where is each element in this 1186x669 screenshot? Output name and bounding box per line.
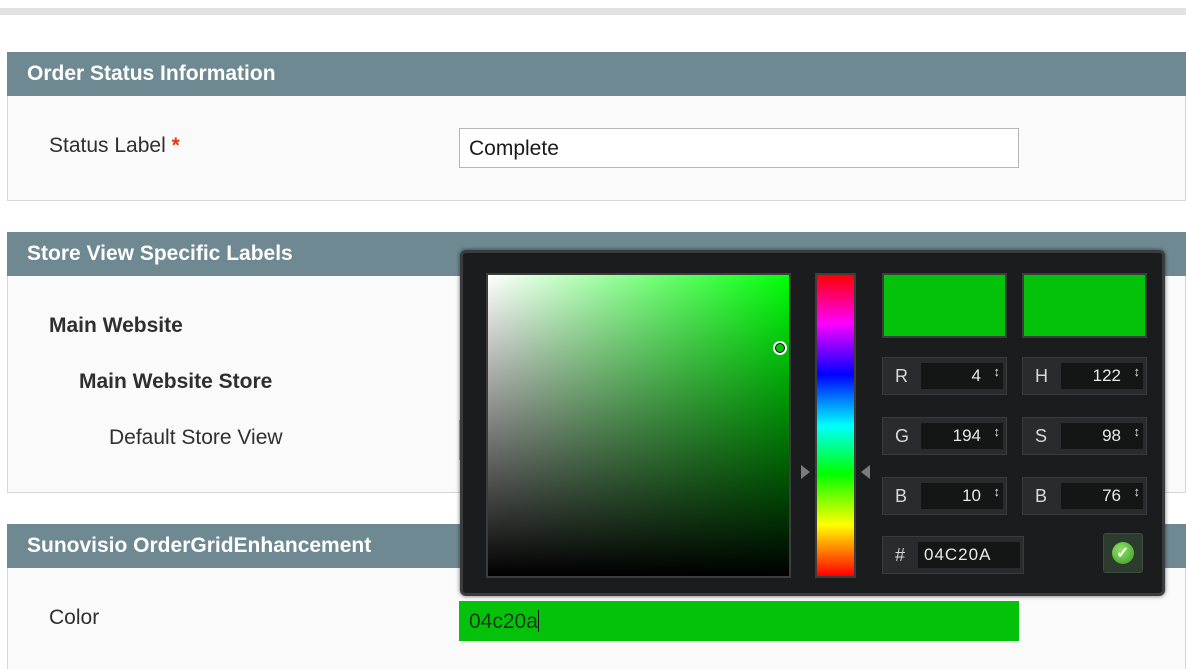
green-field-label: G (895, 426, 910, 446)
required-marker: * (171, 134, 180, 157)
blue-field-value[interactable]: 10 (921, 483, 1003, 509)
hex-field-label: # (895, 545, 906, 565)
website-label: Main Website (49, 314, 183, 337)
red-field-label: R (895, 366, 908, 386)
spinner-icon[interactable]: ↕ (994, 425, 1001, 438)
saturation-marker[interactable] (773, 341, 787, 355)
hex-field[interactable]: # 04C20A (882, 536, 1024, 574)
hue-pointer-left-icon[interactable] (801, 465, 810, 479)
saturation-field[interactable]: S 98 ↕ (1022, 417, 1147, 455)
status-label-input[interactable]: Complete (459, 128, 1019, 168)
status-label-text: Status Label (49, 134, 166, 157)
current-color-swatch[interactable] (1022, 273, 1147, 338)
saturation-field-value[interactable]: 98 (1061, 423, 1143, 449)
store-label: Main Website Store (79, 370, 273, 393)
saturation-field-label: S (1035, 426, 1048, 446)
blue-field-label: B (895, 486, 908, 506)
hue-pointer-right-icon[interactable] (861, 465, 870, 479)
red-field[interactable]: R 4 ↕ (882, 357, 1007, 395)
spinner-icon[interactable]: ↕ (1134, 425, 1141, 438)
green-field-value[interactable]: 194 (921, 423, 1003, 449)
brightness-field[interactable]: B 76 ↕ (1022, 477, 1147, 515)
new-color-swatch (882, 273, 1007, 338)
status-label: Status Label * (49, 134, 180, 158)
status-label-value: Complete (469, 137, 559, 160)
color-picker: R 4 ↕ G 194 ↕ B 10 ↕ H 122 ↕ S 98 ↕ B 76… (460, 250, 1165, 596)
section-title: Order Status Information (27, 62, 276, 85)
hue-field[interactable]: H 122 ↕ (1022, 357, 1147, 395)
hue-field-value[interactable]: 122 (1061, 363, 1143, 389)
spinner-icon[interactable]: ↕ (994, 485, 1001, 498)
brightness-field-value[interactable]: 76 (1061, 483, 1143, 509)
hue-field-label: H (1035, 366, 1048, 386)
text-cursor (537, 610, 539, 632)
red-field-value[interactable]: 4 (921, 363, 1003, 389)
color-input[interactable]: 04c20a (459, 601, 1019, 641)
hue-slider[interactable] (815, 273, 856, 578)
section-title: Store View Specific Labels (27, 242, 293, 265)
color-label: Color (49, 606, 100, 629)
color-input-value: 04c20a (469, 610, 538, 633)
blue-field[interactable]: B 10 ↕ (882, 477, 1007, 515)
spinner-icon[interactable]: ↕ (994, 365, 1001, 378)
spinner-icon[interactable]: ↕ (1134, 485, 1141, 498)
store-view-label: Default Store View (109, 426, 283, 449)
apply-color-button[interactable]: ✓ (1103, 533, 1143, 573)
saturation-brightness-area[interactable] (486, 273, 791, 578)
section-title: Sunovisio OrderGridEnhancement (27, 534, 372, 557)
brightness-field-label: B (1035, 486, 1048, 506)
section-header-order-status: Order Status Information (7, 52, 1186, 96)
order-status-fieldset: Status Label * Complete (7, 96, 1186, 201)
green-field[interactable]: G 194 ↕ (882, 417, 1007, 455)
spinner-icon[interactable]: ↕ (1134, 365, 1141, 378)
hex-field-value[interactable]: 04C20A (918, 542, 1020, 568)
checkmark-icon: ✓ (1112, 542, 1134, 564)
top-divider (0, 8, 1186, 15)
